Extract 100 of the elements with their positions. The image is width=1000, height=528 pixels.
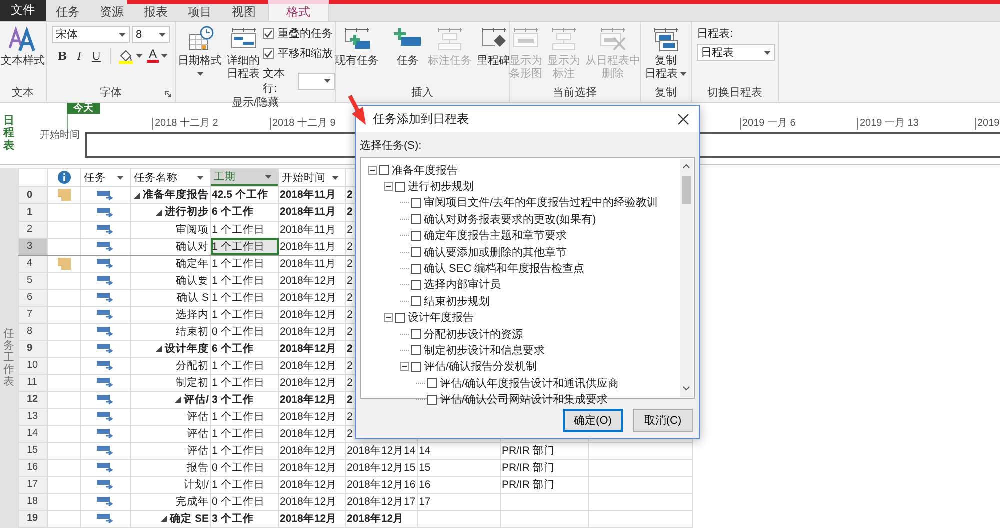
row-number[interactable]: 7 [27, 309, 33, 320]
expand-triangle-icon[interactable] [175, 396, 182, 403]
row-number[interactable]: 1 [27, 206, 33, 218]
checkbox[interactable] [411, 329, 421, 340]
ribbon-tab[interactable]: 报表 [134, 0, 178, 21]
checkbox[interactable] [395, 312, 405, 323]
expand-triangle-icon[interactable] [156, 210, 162, 216]
task-mode-icon [97, 309, 114, 320]
group-label: 显示/隐藏 [232, 96, 280, 110]
tree-item[interactable]: 确认要添加或删除的其他章节 [424, 244, 567, 260]
table-cell: 3 个工作 [212, 394, 254, 406]
tree-item[interactable]: 审阅项目文件/去年的年度报告过程中的经验教训 [424, 195, 658, 210]
format-button[interactable]: I [73, 50, 86, 62]
row-number[interactable]: 2 [27, 224, 33, 235]
row-number[interactable]: 9 [27, 343, 33, 354]
tree-item[interactable]: 进行初步规划 [408, 179, 474, 194]
format-button[interactable]: B [56, 50, 69, 62]
dropdown-field[interactable]: 宋体 [52, 26, 130, 43]
dialog-button[interactable]: 确定(O) [563, 409, 623, 432]
checkbox[interactable] [427, 394, 437, 405]
highlight-button[interactable] [118, 48, 143, 64]
checkbox[interactable] [395, 182, 405, 192]
checkbox[interactable] [411, 264, 421, 274]
row-number[interactable]: 0 [27, 190, 33, 201]
checkbox[interactable] [427, 378, 437, 388]
collapse-icon[interactable] [384, 313, 393, 322]
collapse-icon[interactable] [400, 362, 409, 372]
task-name: 选择内 [176, 308, 209, 321]
ribbon-button[interactable]: 任务 [391, 26, 425, 68]
tree-item[interactable]: 确定年度报告主题和章节要求 [424, 228, 567, 244]
table-cell: 2 [347, 360, 353, 372]
tree-item[interactable]: 制定初步设计和信息要求 [424, 342, 545, 358]
file-tab[interactable]: 文件 [0, 0, 46, 21]
ribbon-tab[interactable]: 格式 [268, 0, 329, 21]
tree-item[interactable]: 设计年度报告 [408, 310, 474, 326]
dialog-button[interactable]: 取消(C) [633, 409, 693, 432]
expand-triangle-icon[interactable] [156, 346, 162, 352]
ribbon-button[interactable]: 复制日程表 [643, 26, 689, 81]
collapse-icon[interactable] [368, 166, 377, 175]
row-number[interactable]: 8 [27, 326, 33, 338]
checkbox[interactable] [263, 48, 274, 59]
row-number[interactable]: 3 [27, 241, 33, 252]
checkbox[interactable] [263, 28, 274, 39]
dropdown-field[interactable]: 日程表 [697, 44, 775, 61]
checkbox[interactable] [411, 345, 421, 356]
tree-item[interactable]: 分配初步设计的资源 [424, 326, 523, 342]
tree-item[interactable]: 准备年度报告 [392, 162, 458, 178]
tree-item[interactable]: 评估/确认公司网站设计和集成要求 [440, 392, 608, 408]
dropdown-field[interactable] [298, 72, 335, 90]
sheet-label: 任务工作表 [4, 328, 14, 388]
row-number[interactable]: 5 [27, 275, 33, 286]
checkbox[interactable] [411, 362, 421, 372]
row-number[interactable]: 4 [27, 258, 33, 270]
date-tick: 2018 十二月 2 [152, 118, 218, 130]
task-mode-icon [97, 428, 114, 440]
table-cell: 2018年12月 [280, 360, 338, 372]
row-number[interactable]: 6 [27, 292, 33, 304]
column-header[interactable]: 任务 [81, 169, 130, 186]
task-mode-icon [97, 206, 114, 218]
table-cell: 1 个工作日 [212, 444, 265, 457]
tree-item[interactable]: 确认对财务报表要求的更改(如果有) [424, 212, 596, 227]
column-header[interactable]: 开始时间 [279, 169, 345, 186]
ribbon-button[interactable]: 文本样式 [0, 26, 47, 68]
expand-triangle-icon[interactable] [134, 192, 140, 199]
column-header[interactable]: 任务名称 [131, 169, 210, 186]
checkbox[interactable] [411, 280, 421, 290]
dropdown-field[interactable]: 8 [132, 26, 170, 43]
tree-item[interactable]: 评估/确认报告分发机制 [424, 359, 538, 374]
ribbon-tab[interactable]: 资源 [90, 0, 134, 21]
tree-item[interactable]: 评估/确认年度报告设计和通讯供应商 [440, 376, 620, 391]
ribbon-button[interactable]: 详细的日程表 [225, 26, 262, 81]
table-cell: 2 [347, 240, 353, 253]
checkbox-label[interactable]: 平移和缩放 [278, 46, 333, 61]
expand-triangle-icon[interactable] [161, 516, 168, 522]
date-tick: 2019 一月 13 [857, 118, 919, 130]
table-cell: 2018年12月 [280, 292, 338, 304]
checkbox[interactable] [379, 165, 389, 176]
task-mode-icon [97, 292, 114, 304]
dialog-launcher-icon[interactable] [165, 91, 172, 98]
table-cell: 2018年12月 [280, 444, 338, 457]
checkbox[interactable] [411, 198, 421, 208]
ribbon-button[interactable]: 现有任务 [333, 26, 381, 68]
field-label: 日程表: [697, 27, 734, 41]
ribbon-button[interactable]: 日期格式 [176, 26, 224, 76]
checkbox[interactable] [411, 247, 421, 258]
collapse-icon[interactable] [384, 182, 393, 192]
tree-item[interactable]: 选择内部审计员 [424, 277, 501, 292]
group-label: 复制 [655, 86, 677, 101]
tree-item[interactable]: 结束初步规划 [424, 294, 490, 309]
ribbon-tab[interactable]: 任务 [46, 0, 90, 21]
format-button[interactable]: U [90, 50, 103, 62]
ribbon-tab[interactable]: 项目 [178, 0, 222, 21]
table-cell: 2018年12月 [280, 462, 338, 474]
ribbon-tab[interactable]: 视图 [222, 0, 266, 21]
tree-item[interactable]: 确认 SEC 编档和年度报告检查点 [424, 261, 585, 276]
checkbox[interactable] [411, 230, 421, 241]
font-color-button[interactable]: A [147, 49, 168, 63]
checkbox[interactable] [411, 296, 421, 306]
checkbox-label[interactable]: 重叠的任务 [278, 26, 333, 41]
checkbox[interactable] [411, 214, 421, 224]
